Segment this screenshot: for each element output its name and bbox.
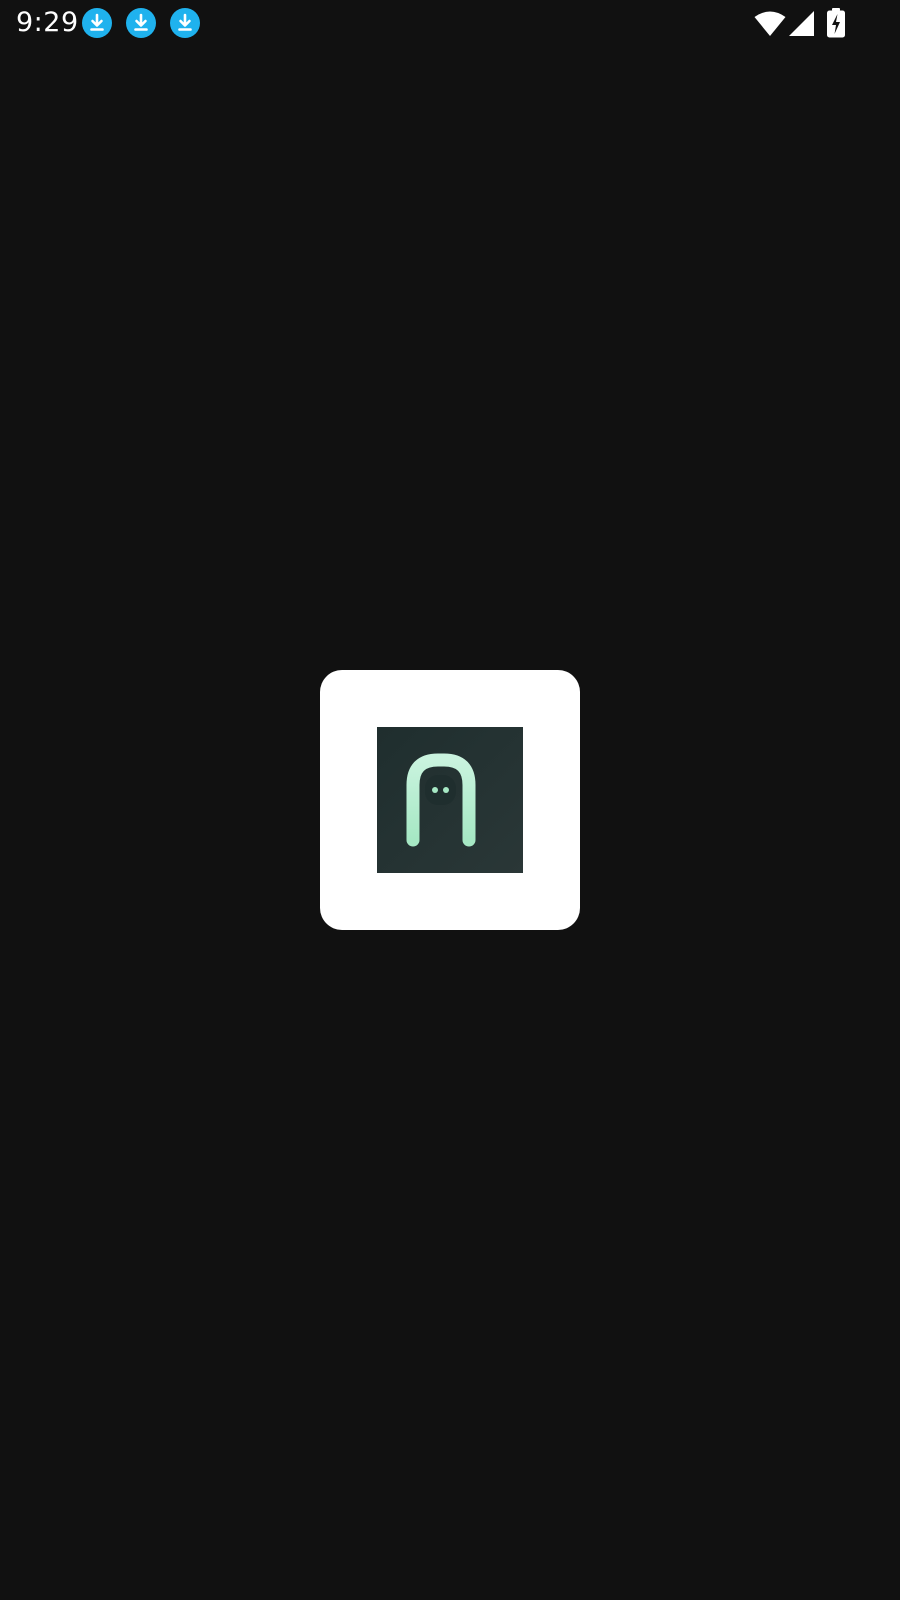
app-logo [377, 727, 523, 873]
wifi-icon [754, 10, 786, 42]
status-time: 9:29 [16, 7, 79, 38]
splash-logo-card [320, 670, 580, 930]
battery-charging-icon [826, 8, 846, 43]
cellular-signal-icon [788, 11, 815, 42]
download-icon [82, 8, 112, 38]
download-icon [126, 8, 156, 38]
status-bar: 9:29 [0, 0, 900, 48]
download-icon [170, 8, 200, 38]
